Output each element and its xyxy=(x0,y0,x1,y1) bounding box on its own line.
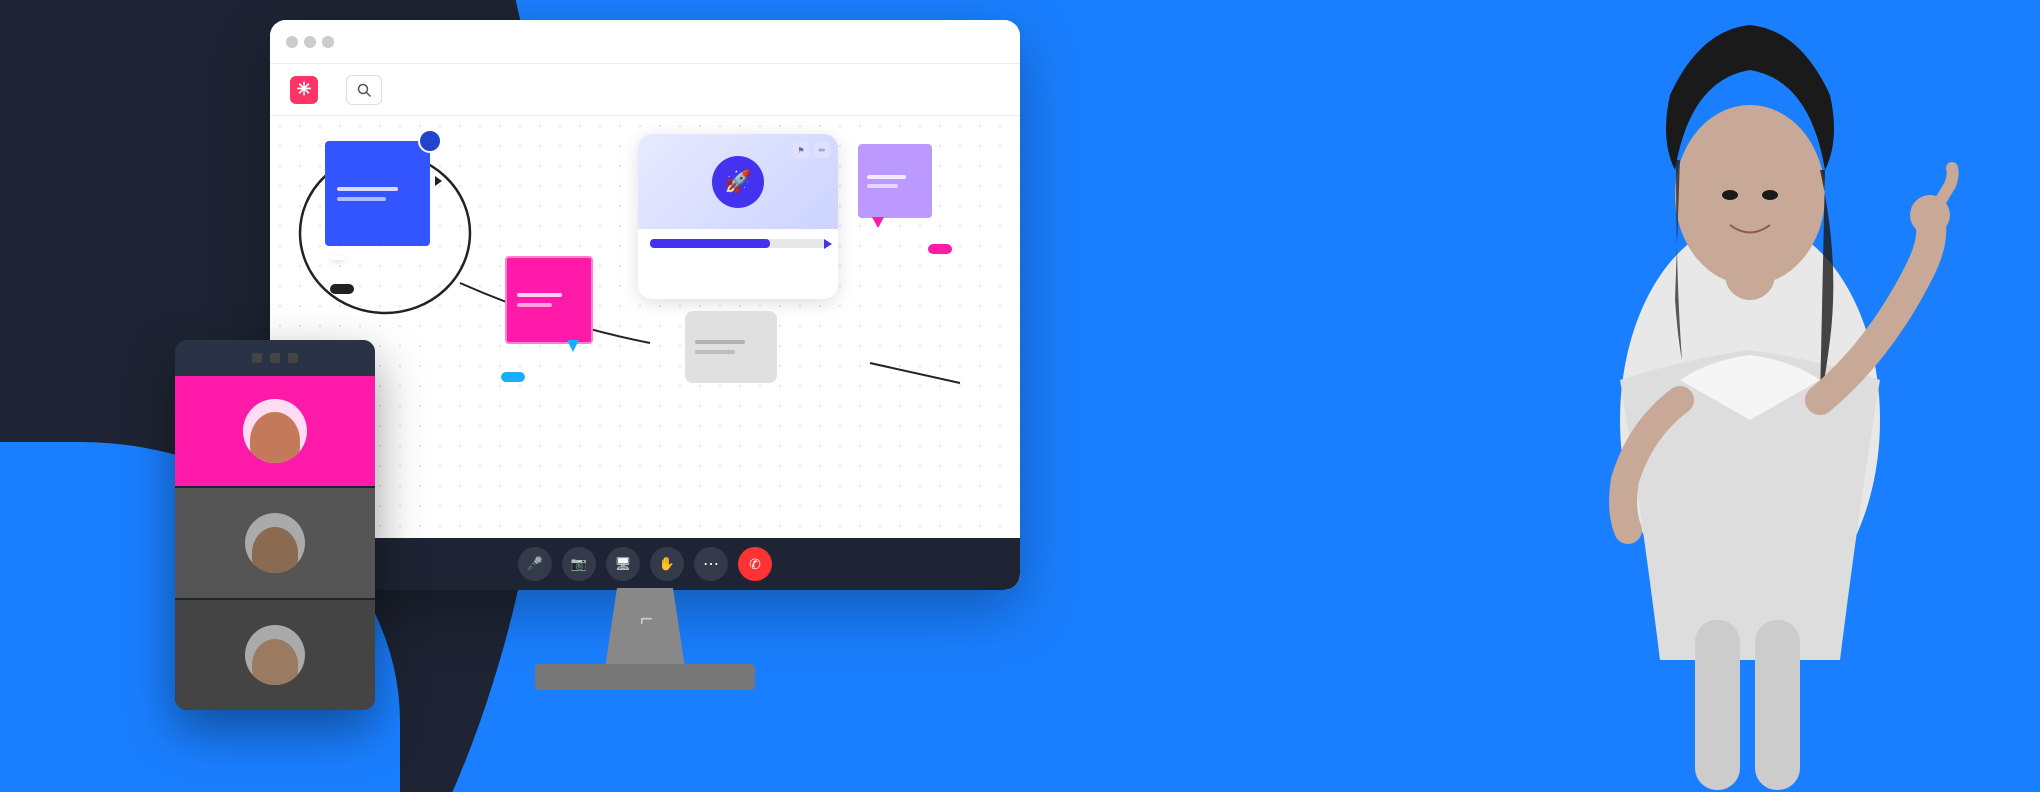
cursor-christie-arrow xyxy=(567,340,579,352)
video-panel-header xyxy=(175,340,375,376)
raise-hand-button[interactable]: ✋ xyxy=(650,547,684,581)
monitor-stand-base xyxy=(535,664,755,690)
cursor-label-karen xyxy=(928,244,952,254)
video-call-toolbar: 🎤 📷 🖥 ✋ ⋯ ✆ xyxy=(270,538,1020,590)
note-line xyxy=(517,293,562,297)
progress-arrow xyxy=(824,239,832,249)
cursor-tyler xyxy=(435,176,442,186)
cursor-karen-arrow xyxy=(872,217,884,228)
screen-share-button[interactable]: 🖥 xyxy=(606,547,640,581)
video-panel xyxy=(175,340,375,710)
note-line xyxy=(337,197,386,201)
card-line xyxy=(695,350,735,354)
gray-card xyxy=(685,311,777,383)
monitor-wrapper: ✳ xyxy=(270,20,1050,700)
app-logo: ✳ xyxy=(290,76,318,104)
hangup-button[interactable]: ✆ xyxy=(738,547,772,581)
vp-dot-3 xyxy=(288,353,298,363)
monitor-screen: ✳ xyxy=(270,20,1020,590)
traffic-light-red xyxy=(286,36,298,48)
video-tile-2 xyxy=(175,488,375,598)
video-tile-3 xyxy=(175,600,375,710)
blue-sticky-note[interactable] xyxy=(325,141,430,246)
video-tile-1 xyxy=(175,376,375,486)
browser-titlebar xyxy=(270,20,1020,64)
vp-dot-1 xyxy=(252,353,262,363)
card-icon-2: ✏ xyxy=(814,142,830,158)
camera-button[interactable]: 📷 xyxy=(562,547,596,581)
mic-button[interactable]: 🎤 xyxy=(518,547,552,581)
more-options-button[interactable]: ⋯ xyxy=(694,547,728,581)
browser-chrome: ✳ xyxy=(270,20,1020,590)
progress-fill xyxy=(650,239,770,248)
card-icon-1: ⚑ xyxy=(793,142,809,158)
card-line xyxy=(695,340,745,344)
cursor-label-christie xyxy=(501,372,525,382)
woman-figure xyxy=(1380,0,2000,792)
logo-symbol: ✳ xyxy=(296,79,311,100)
traffic-light-yellow xyxy=(304,36,316,48)
note-line xyxy=(867,175,906,179)
note-line xyxy=(867,184,898,188)
note-line xyxy=(517,303,552,307)
rocket-icon: 🚀 xyxy=(712,156,764,208)
traffic-light-green xyxy=(322,36,334,48)
rocket-card[interactable]: ⚑ ✏ 🚀 xyxy=(638,134,838,299)
monitor-logo: ⌐ xyxy=(640,608,653,630)
note-badge xyxy=(418,129,442,153)
note-line xyxy=(337,187,398,191)
search-button[interactable] xyxy=(346,75,382,105)
fire-badge xyxy=(331,256,345,260)
vp-dot-2 xyxy=(270,353,280,363)
canvas-area: ⚑ ✏ 🚀 xyxy=(270,116,1020,590)
pink-sticky-note[interactable] xyxy=(505,256,593,344)
cursor-label-tyler xyxy=(330,284,354,294)
woman-svg xyxy=(1380,0,2000,792)
app-toolbar: ✳ xyxy=(270,64,1020,116)
purple-sticky-note[interactable] xyxy=(858,144,932,218)
